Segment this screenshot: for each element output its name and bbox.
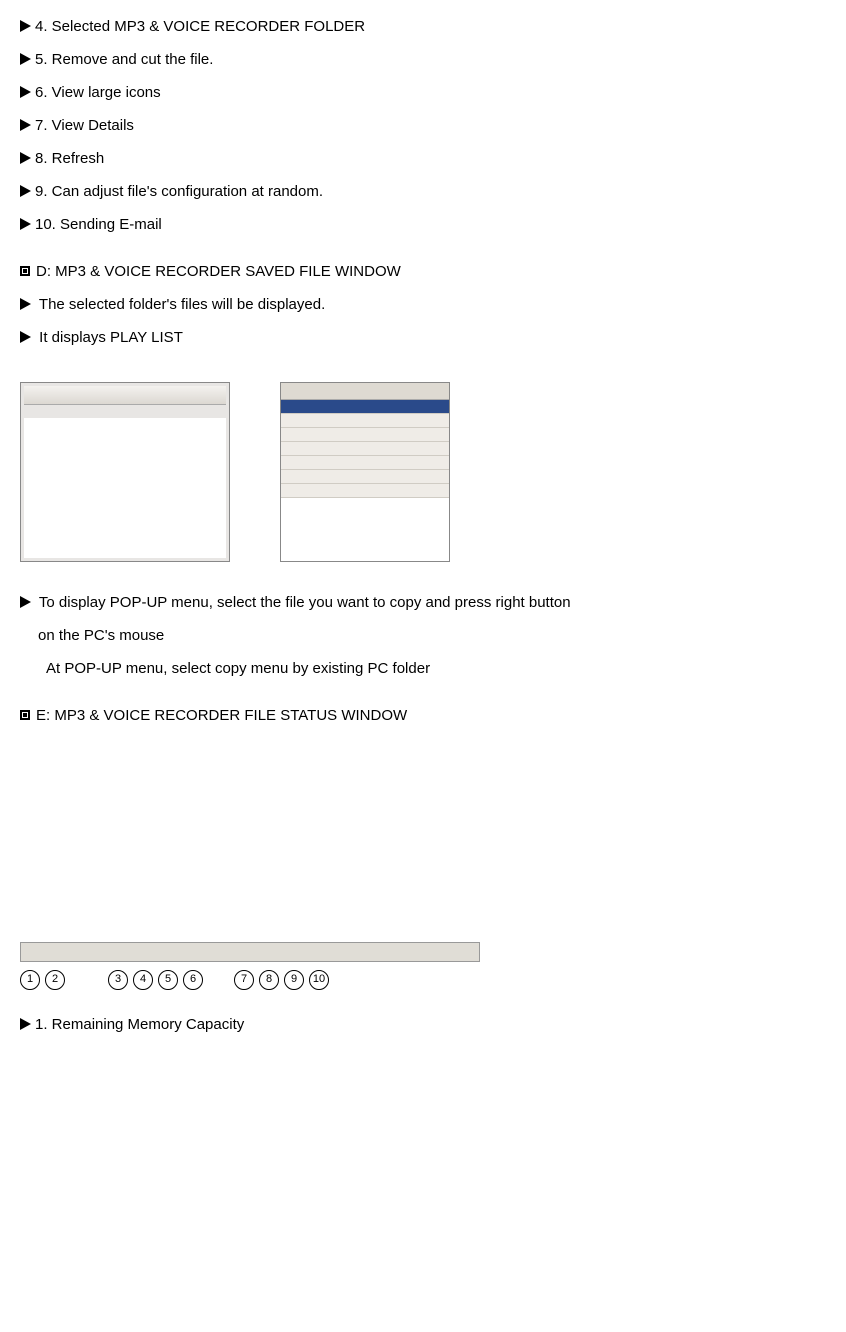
list-item-4: 4. Selected MP3 & VOICE RECORDER FOLDER bbox=[20, 10, 826, 43]
text: 1. Remaining Memory Capacity bbox=[35, 1016, 244, 1033]
circled-7: 7 bbox=[234, 970, 254, 990]
bullet-icon bbox=[20, 20, 31, 32]
section-d-bullet-2: It displays PLAY LIST bbox=[20, 321, 826, 354]
circled-6: 6 bbox=[183, 970, 203, 990]
menu-row bbox=[281, 428, 449, 442]
circled-5: 5 bbox=[158, 970, 178, 990]
screenshot-row bbox=[20, 382, 826, 562]
bullet-icon bbox=[20, 596, 31, 608]
screenshot-header bbox=[281, 383, 449, 400]
list-item-7: 7. View Details bbox=[20, 109, 826, 142]
text: on the PC's mouse bbox=[38, 627, 164, 644]
status-strip bbox=[20, 942, 480, 962]
text: D: MP3 & VOICE RECORDER SAVED FILE WINDO… bbox=[36, 263, 401, 280]
bullet-icon bbox=[20, 298, 31, 310]
section-d-title: D: MP3 & VOICE RECORDER SAVED FILE WINDO… bbox=[20, 255, 826, 288]
circled-9: 9 bbox=[284, 970, 304, 990]
bullet-icon bbox=[20, 218, 31, 230]
list-item-9: 9. Can adjust file's configuration at ra… bbox=[20, 175, 826, 208]
text: At POP-UP menu, select copy menu by exis… bbox=[46, 660, 430, 677]
text: 5. Remove and cut the file. bbox=[35, 51, 213, 68]
list-item-6: 6. View large icons bbox=[20, 76, 826, 109]
screenshot-body bbox=[281, 498, 449, 561]
menu-row bbox=[281, 414, 449, 428]
popup-menu-screenshot bbox=[280, 382, 450, 562]
menu-row bbox=[281, 456, 449, 470]
file-window-screenshot bbox=[20, 382, 230, 562]
bullet-icon bbox=[20, 331, 31, 343]
text: 4. Selected MP3 & VOICE RECORDER FOLDER bbox=[35, 18, 365, 35]
circled-3: 3 bbox=[108, 970, 128, 990]
menu-row bbox=[281, 470, 449, 484]
bullet-icon bbox=[20, 119, 31, 131]
screenshot-body bbox=[24, 418, 226, 558]
section-e-title: E: MP3 & VOICE RECORDER FILE STATUS WIND… bbox=[20, 699, 826, 732]
bullet-icon bbox=[20, 152, 31, 164]
section-d-bullet-3: To display POP-UP menu, select the file … bbox=[20, 586, 826, 619]
list-item-8: 8. Refresh bbox=[20, 142, 826, 175]
text: 7. View Details bbox=[35, 117, 134, 134]
text: The selected folder's files will be disp… bbox=[39, 296, 325, 313]
text: 9. Can adjust file's configuration at ra… bbox=[35, 183, 323, 200]
list-item-5: 5. Remove and cut the file. bbox=[20, 43, 826, 76]
section-d-bullet-1: The selected folder's files will be disp… bbox=[20, 288, 826, 321]
circled-10: 10 bbox=[309, 970, 329, 990]
text: 6. View large icons bbox=[35, 84, 161, 101]
section-d-bullet-3-cont: on the PC's mouse bbox=[38, 619, 826, 652]
menu-row-selected bbox=[281, 400, 449, 414]
status-label-1: 1. Remaining Memory Capacity bbox=[20, 1008, 826, 1041]
screenshot-caption bbox=[24, 405, 226, 418]
circled-number-row: 1 2 3 4 5 6 7 8 9 10 bbox=[20, 970, 480, 990]
bullet-icon bbox=[20, 86, 31, 98]
section-d-bullet-3-note: At POP-UP menu, select copy menu by exis… bbox=[46, 652, 826, 685]
circled-8: 8 bbox=[259, 970, 279, 990]
text: 10. Sending E-mail bbox=[35, 216, 162, 233]
bullet-icon bbox=[20, 53, 31, 65]
text: It displays PLAY LIST bbox=[39, 329, 183, 346]
text: To display POP-UP menu, select the file … bbox=[39, 594, 571, 611]
text: 8. Refresh bbox=[35, 150, 104, 167]
menu-row bbox=[281, 442, 449, 456]
list-item-10: 10. Sending E-mail bbox=[20, 208, 826, 241]
circled-2: 2 bbox=[45, 970, 65, 990]
bullet-icon bbox=[20, 1018, 31, 1030]
text: E: MP3 & VOICE RECORDER FILE STATUS WIND… bbox=[36, 707, 407, 724]
screenshot-tabs bbox=[24, 386, 226, 405]
bullet-icon bbox=[20, 185, 31, 197]
circled-1: 1 bbox=[20, 970, 40, 990]
square-bullet-icon bbox=[20, 266, 30, 276]
status-bar-screenshot: 1 2 3 4 5 6 7 8 9 10 bbox=[20, 942, 480, 994]
circled-4: 4 bbox=[133, 970, 153, 990]
square-bullet-icon bbox=[20, 710, 30, 720]
menu-row bbox=[281, 484, 449, 498]
